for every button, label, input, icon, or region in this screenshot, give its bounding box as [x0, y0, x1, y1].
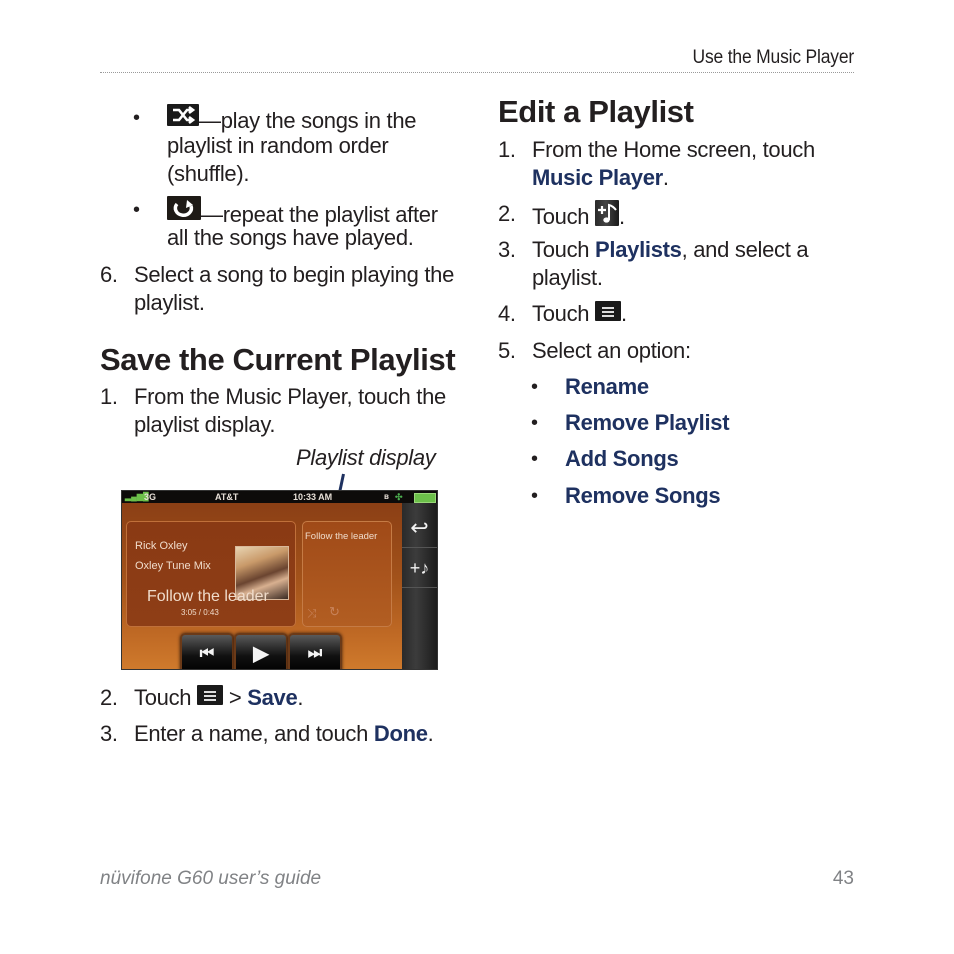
step-text: Touch: [532, 237, 590, 262]
step-number: 2.: [498, 201, 516, 226]
edit-options-list: • Rename • Remove Playlist • Add Songs •…: [531, 373, 831, 523]
punctuation: .: [427, 721, 434, 746]
bullet-dot: •: [133, 199, 140, 221]
playlist-shuffle-icon: ⤨: [307, 606, 317, 620]
step-text: Touch: [134, 685, 192, 710]
done-option: Done: [373, 721, 428, 746]
step-text: Touch: [532, 301, 590, 326]
save-step-1-line2: playlist display.: [134, 412, 276, 437]
playlist-display[interactable]: Follow the leader ⤨ ↻: [302, 521, 392, 627]
repeat-icon: [167, 196, 201, 220]
step-number: 1.: [100, 384, 118, 409]
page-number: 43: [832, 868, 854, 889]
bullet-dot: •: [531, 412, 538, 434]
artist-name: Rick Oxley: [135, 540, 188, 552]
punctuation: .: [621, 301, 627, 326]
playlists-option: Playlists: [595, 237, 682, 262]
add-song-button[interactable]: +♪: [402, 549, 437, 588]
bluetooth-icon: ʙ: [384, 492, 389, 501]
music-player-screen: Rick Oxley Oxley Tune Mix Follow the lea…: [122, 503, 402, 669]
save-option: Save: [247, 685, 298, 710]
menu-icon: [595, 301, 622, 321]
edit-step-2: 2. Touch .: [498, 200, 858, 229]
menu-icon: [197, 685, 224, 705]
save-step-3: 3. Enter a name, and touch Done.: [100, 720, 470, 748]
battery-icon: [414, 493, 436, 503]
album-name: Oxley Tune Mix: [135, 560, 211, 572]
bullet-dot: •: [531, 448, 538, 470]
gps-icon: ✣: [395, 492, 403, 502]
bullet-dot: •: [531, 485, 538, 507]
option-remove-playlist: • Remove Playlist: [531, 409, 831, 437]
option-rename: • Rename: [531, 373, 831, 401]
option-add-songs: • Add Songs: [531, 445, 831, 473]
edit-step-1-line1: From the Home screen, touch: [532, 137, 815, 162]
status-bar: ▂▄▆█ 3G AT&T 10:33 AM ʙ ✣: [122, 491, 437, 503]
edit-playlist-heading: Edit a Playlist: [498, 94, 694, 129]
save-playlist-heading: Save the Current Playlist: [100, 342, 456, 377]
playlist-current-song: Follow the leader: [305, 531, 378, 542]
edit-step-1: 1. From the Home screen, touch Music Pla…: [498, 136, 858, 192]
repeat-desc-line2: all the songs have played.: [167, 225, 414, 250]
music-player-option: Music Player: [532, 165, 663, 190]
step-number: 3.: [498, 237, 516, 262]
device-screenshot: ▂▄▆█ 3G AT&T 10:33 AM ʙ ✣ Rick Oxley Oxl…: [121, 490, 438, 670]
step-number: 3.: [100, 721, 118, 746]
network-type: 3G: [144, 492, 157, 502]
punctuation: .: [662, 165, 669, 190]
step-6-line2: playlist.: [134, 290, 205, 315]
step-text: Select an option:: [532, 338, 691, 363]
now-playing-panel[interactable]: Rick Oxley Oxley Tune Mix Follow the lea…: [126, 521, 296, 627]
option-label: Add Songs: [565, 446, 679, 471]
edit-step-5: 5. Select an option:: [498, 337, 858, 365]
step-text: , and select a: [681, 237, 809, 262]
step-number: 2.: [100, 685, 118, 710]
track-time: 3:05 / 0:43: [181, 608, 219, 617]
side-button-rail: ↩ +♪: [402, 503, 437, 669]
edit-step-3: 3. Touch Playlists, and select a playlis…: [498, 236, 858, 292]
menu-separator: >: [228, 685, 242, 710]
bullet-repeat: • —repeat the playlist after all the son…: [133, 196, 473, 252]
edit-step-4: 4. Touch .: [498, 300, 858, 328]
next-track-button[interactable]: ⏭: [288, 633, 342, 669]
step-text: Touch: [532, 204, 590, 229]
footer-guide-title: nüvifone G60 user’s guide: [100, 868, 322, 889]
carrier-name: AT&T: [215, 492, 239, 502]
option-remove-songs: • Remove Songs: [531, 482, 831, 510]
clock: 10:33 AM: [293, 492, 333, 502]
punctuation: .: [297, 685, 304, 710]
step-number: 6.: [100, 262, 118, 287]
bullet-dot: •: [531, 376, 538, 398]
running-header: Use the Music Player: [692, 47, 855, 68]
play-button[interactable]: ▶: [234, 633, 288, 669]
step-number: 5.: [498, 338, 516, 363]
bullet-shuffle: • —play the songs in the playlist in ran…: [133, 104, 473, 188]
option-label: Remove Songs: [565, 483, 721, 508]
edit-step-3-line2: playlist.: [532, 265, 603, 290]
punctuation: .: [619, 204, 625, 229]
bullet-dot: •: [133, 107, 140, 129]
save-step-1-line1: From the Music Player, touch the: [134, 384, 446, 409]
save-step-2: 2. Touch > Save.: [100, 684, 470, 712]
save-step-1: 1. From the Music Player, touch the play…: [100, 383, 470, 439]
figure-caption: Playlist display: [296, 445, 436, 470]
previous-track-button[interactable]: ⏮: [180, 633, 234, 669]
step-6-line1: Select a song to begin playing the: [134, 262, 455, 287]
step-number: 4.: [498, 301, 516, 326]
shuffle-desc-line2: playlist in random order: [167, 133, 389, 158]
shuffle-desc-line1: —play the songs in the: [199, 108, 417, 133]
song-title: Follow the leader: [147, 588, 269, 605]
header-divider: [100, 72, 854, 73]
shuffle-desc-line3: (shuffle).: [167, 161, 250, 186]
shuffle-icon: [167, 104, 199, 126]
option-label: Rename: [565, 374, 649, 399]
option-label: Remove Playlist: [565, 410, 730, 435]
step-6: 6. Select a song to begin playing the pl…: [100, 261, 470, 317]
playlist-repeat-icon: ↻: [329, 604, 340, 619]
step-number: 1.: [498, 137, 516, 162]
add-song-icon: [595, 200, 620, 226]
step-text: Enter a name, and touch: [134, 721, 369, 746]
back-button[interactable]: ↩: [402, 509, 437, 548]
